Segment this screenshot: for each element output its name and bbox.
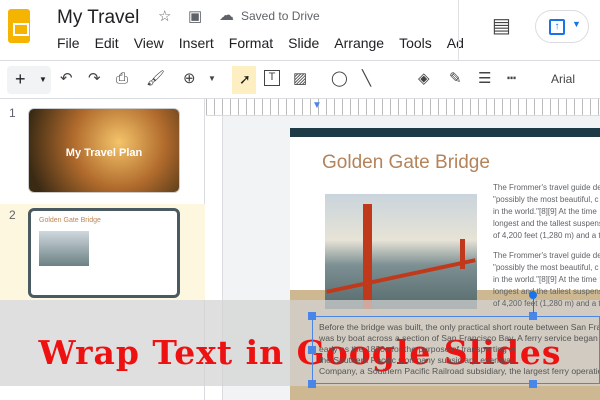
star-icon[interactable]: ☆ [158,7,171,25]
print-icon[interactable]: ⎙ [116,70,128,88]
resize-handle[interactable] [308,380,316,388]
resize-handle[interactable] [529,380,537,388]
select-tool[interactable]: ➚ [232,66,256,94]
resize-handle[interactable] [308,346,316,354]
thumbnail-title: My Travel Plan [65,147,143,159]
slide-thumbnail-1[interactable]: My Travel Plan [28,108,180,193]
slide-number: 1 [9,106,16,120]
text-box-icon[interactable]: T [264,70,280,86]
menu-arrange[interactable]: Arrange [334,35,384,51]
slide-number: 2 [9,208,16,222]
saved-status: Saved to Drive [241,9,320,23]
slide-title[interactable]: Golden Gate Bridge [322,152,490,174]
slides-logo-icon[interactable] [8,9,30,43]
menu-addons[interactable]: Ad [447,35,464,51]
chevron-down-icon[interactable]: ▼ [208,70,216,88]
horizontal-ruler[interactable]: ▼ [206,99,600,116]
rotate-line [533,298,534,313]
document-title[interactable]: My Travel [57,7,139,29]
chevron-down-icon[interactable]: ▼ [572,19,581,29]
menu-edit[interactable]: Edit [95,35,119,51]
slide-thumbnail-2[interactable]: Golden Gate Bridge [28,208,180,298]
move-folder-icon[interactable]: ▣ [188,7,202,25]
slide-header-bar [290,128,600,137]
body-paragraph-2[interactable]: The Frommer's travel guide de "possibly t… [493,250,600,310]
menu-format[interactable]: Format [229,35,273,51]
menu-slide[interactable]: Slide [288,35,319,51]
image-icon[interactable]: ▨ [293,70,307,88]
fill-color-icon[interactable]: ◈ [418,70,430,88]
new-slide-button[interactable]: + ▼ [7,66,51,94]
cursor-icon: ➚ [239,71,251,87]
border-dash-icon[interactable]: ┅ [507,70,516,88]
menu-file[interactable]: File [57,35,80,51]
border-weight-icon[interactable]: ☰ [478,70,491,88]
comments-icon[interactable]: ▤ [492,13,511,38]
text-box-content[interactable]: Before the bridge was built, the only pr… [313,317,599,382]
selected-text-box[interactable]: Before the bridge was built, the only pr… [312,316,600,384]
indent-marker-icon[interactable]: ▼ [312,100,322,111]
menu-tools[interactable]: Tools [399,35,432,51]
menu-bar: File Edit View Insert Format Slide Arran… [57,35,479,51]
undo-icon[interactable]: ↶ [60,70,73,88]
shape-icon[interactable]: ◯ [331,70,348,88]
border-color-icon[interactable]: ✎ [449,70,462,88]
toolbar: + ▼ ↶ ↷ ⎙ 🖌 ⊕ ▼ ➚ T ▨ ◯ ╲ ◈ ✎ ☰ ┅ Arial [0,60,600,99]
redo-icon[interactable]: ↷ [88,70,101,88]
header: My Travel ☆ ▣ ☁ Saved to Drive File Edit… [0,0,600,62]
cloud-saved-icon: ☁ [219,7,234,24]
body-paragraph-1[interactable]: The Frommer's travel guide de "possibly t… [493,182,600,242]
font-select[interactable]: Arial [551,70,575,88]
divider [458,0,459,60]
menu-insert[interactable]: Insert [179,35,214,51]
paint-format-icon[interactable]: 🖌 [146,70,165,88]
resize-handle[interactable] [308,312,316,320]
chevron-down-icon[interactable]: ▼ [39,75,47,84]
menu-view[interactable]: View [134,35,164,51]
present-button[interactable]: ↑ ▼ [535,10,589,43]
present-icon: ↑ [549,19,565,35]
resize-handle[interactable] [529,312,537,320]
thumbnail-title: Golden Gate Bridge [39,217,101,224]
bridge-image[interactable] [325,194,477,309]
plus-icon: + [15,69,26,89]
line-icon[interactable]: ╲ [362,70,371,88]
zoom-icon[interactable]: ⊕ [183,70,196,88]
